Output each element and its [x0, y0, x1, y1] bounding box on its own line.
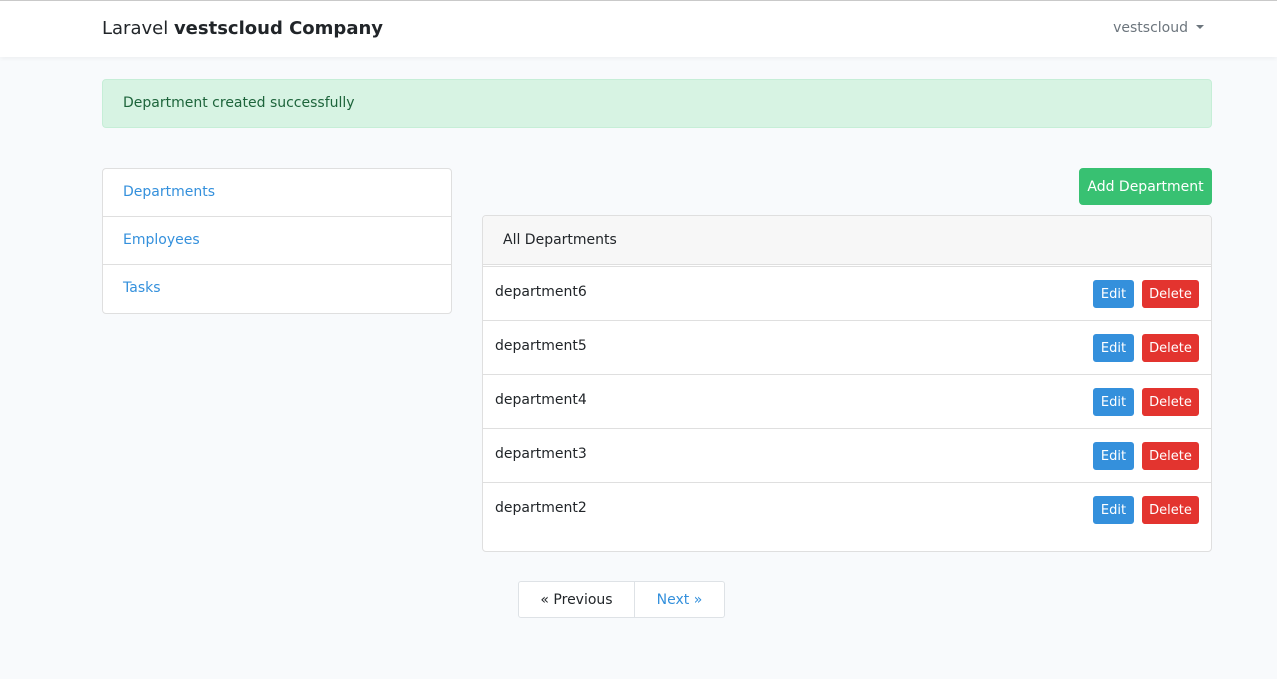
department-name: department5: [495, 338, 587, 354]
sidebar-item-employees[interactable]: Employees: [103, 217, 451, 265]
top-navbar: Laravel vestscloud Company vestscloud: [0, 0, 1277, 57]
delete-button[interactable]: Delete: [1142, 334, 1199, 362]
alert-message: Department created successfully: [123, 95, 355, 111]
department-name: department4: [495, 392, 587, 408]
brand-link[interactable]: Laravel vestscloud Company: [102, 18, 383, 39]
pagination: « Previous Next »: [518, 581, 725, 618]
edit-button[interactable]: Edit: [1093, 334, 1134, 362]
success-alert: Department created successfully: [102, 79, 1212, 128]
brand-company-name: vestscloud Company: [173, 18, 384, 39]
department-name: department3: [495, 446, 587, 462]
edit-button[interactable]: Edit: [1093, 388, 1134, 416]
department-name: department2: [495, 500, 587, 516]
next-page-link[interactable]: Next »: [635, 581, 725, 618]
sidebar-item-departments[interactable]: Departments: [103, 169, 451, 217]
delete-button[interactable]: Delete: [1142, 496, 1199, 524]
edit-button[interactable]: Edit: [1093, 442, 1134, 470]
departments-list: department6 Edit Delete department5 Edit…: [483, 266, 1211, 537]
previous-page-link[interactable]: « Previous: [518, 581, 635, 618]
delete-button[interactable]: Delete: [1142, 388, 1199, 416]
delete-button[interactable]: Delete: [1142, 280, 1199, 308]
card-title: All Departments: [483, 216, 1211, 265]
list-item: department4 Edit Delete: [483, 375, 1211, 429]
departments-card: All Departments department6 Edit Delete …: [482, 215, 1212, 552]
user-dropdown[interactable]: vestscloud: [1113, 20, 1204, 36]
caret-down-icon: [1196, 25, 1204, 29]
list-item: department2 Edit Delete: [483, 483, 1211, 537]
user-name: vestscloud: [1113, 20, 1188, 36]
department-name: department6: [495, 284, 587, 300]
list-item: department5 Edit Delete: [483, 321, 1211, 375]
sidebar-item-tasks[interactable]: Tasks: [103, 265, 451, 313]
brand-prefix: Laravel: [102, 18, 174, 39]
list-item: department3 Edit Delete: [483, 429, 1211, 483]
delete-button[interactable]: Delete: [1142, 442, 1199, 470]
list-item: department6 Edit Delete: [483, 267, 1211, 321]
add-department-button[interactable]: Add Department: [1079, 168, 1212, 205]
sidebar-menu: Departments Employees Tasks: [102, 168, 452, 314]
edit-button[interactable]: Edit: [1093, 496, 1134, 524]
edit-button[interactable]: Edit: [1093, 280, 1134, 308]
